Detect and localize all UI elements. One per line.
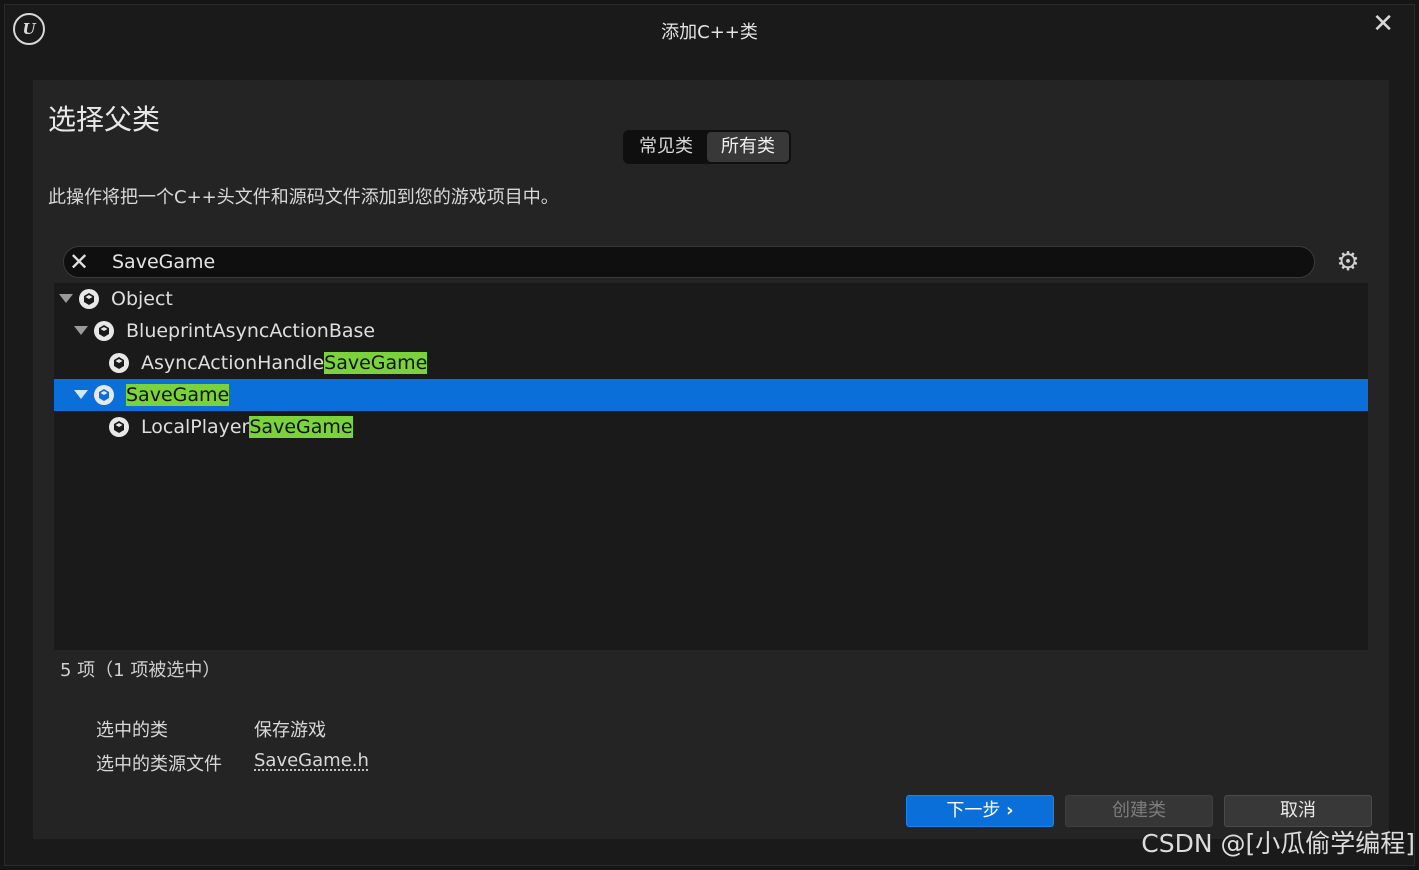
tab-all-classes[interactable]: 所有类 [707, 132, 789, 162]
window-title: 添加C++类 [661, 22, 758, 43]
tab-common-classes[interactable]: 常见类 [625, 132, 707, 162]
class-filter-tabs: 常见类 所有类 [623, 130, 791, 164]
selected-class-file-label: 选中的类源文件 [96, 754, 222, 775]
watermark: CSDN @[小瓜偷学编程] [1141, 829, 1415, 858]
cancel-button[interactable]: 取消 [1224, 795, 1372, 827]
tree-row-blueprintasyncactionbase[interactable]: BlueprintAsyncActionBase [54, 315, 1368, 347]
selected-class-label: 选中的类 [96, 720, 168, 741]
title-bar: U 添加C++类 ✕ [5, 5, 1414, 53]
selected-class-value: 保存游戏 [254, 720, 326, 741]
expand-arrow-icon[interactable] [74, 326, 88, 335]
selected-class-file-link[interactable]: SaveGame.h [254, 750, 369, 771]
item-count-status: 5 项（1 项被选中） [60, 660, 221, 681]
class-cube-icon [109, 417, 129, 437]
add-cpp-class-dialog: U 添加C++类 ✕ 选择父类 常见类 所有类 此操作将把一个C++头文件和源码… [4, 4, 1415, 866]
search-input[interactable] [112, 247, 1300, 277]
class-cube-icon [94, 385, 114, 405]
gear-icon[interactable]: ⚙ [1333, 245, 1363, 279]
tree-row-localplayersavegame[interactable]: LocalPlayerSaveGame [54, 411, 1368, 443]
tree-row-asyncactionhandlesavegame[interactable]: AsyncActionHandleSaveGame [54, 347, 1368, 379]
class-cube-icon [79, 289, 99, 309]
page-title: 选择父类 [48, 103, 161, 136]
class-cube-icon [109, 353, 129, 373]
next-button-label: 下一步 [946, 800, 1001, 821]
tree-row-label: LocalPlayerSaveGame [141, 416, 353, 438]
clear-search-icon[interactable]: ✕ [69, 247, 89, 277]
search-box: ✕ [63, 246, 1315, 278]
tree-row-label: SaveGame [126, 384, 230, 406]
next-button[interactable]: 下一步 › [906, 795, 1054, 827]
tree-row-object[interactable]: Object [54, 283, 1368, 315]
tree-row-label: BlueprintAsyncActionBase [126, 320, 376, 342]
tree-row-label: AsyncActionHandleSaveGame [141, 352, 428, 374]
class-cube-icon [94, 321, 114, 341]
expand-arrow-icon[interactable] [74, 390, 88, 399]
main-panel: 选择父类 常见类 所有类 此操作将把一个C++头文件和源码文件添加到您的游戏项目… [33, 80, 1389, 839]
chevron-right-icon: › [1006, 800, 1014, 821]
description-text: 此操作将把一个C++头文件和源码文件添加到您的游戏项目中。 [48, 187, 559, 208]
class-tree: Object BlueprintAsyncActionBase AsyncAct… [54, 283, 1368, 650]
expand-arrow-icon[interactable] [59, 294, 73, 303]
tree-row-label: Object [111, 288, 173, 310]
tree-row-savegame[interactable]: SaveGame [54, 379, 1368, 411]
close-icon[interactable]: ✕ [1372, 9, 1394, 39]
create-class-button: 创建类 [1065, 795, 1213, 827]
